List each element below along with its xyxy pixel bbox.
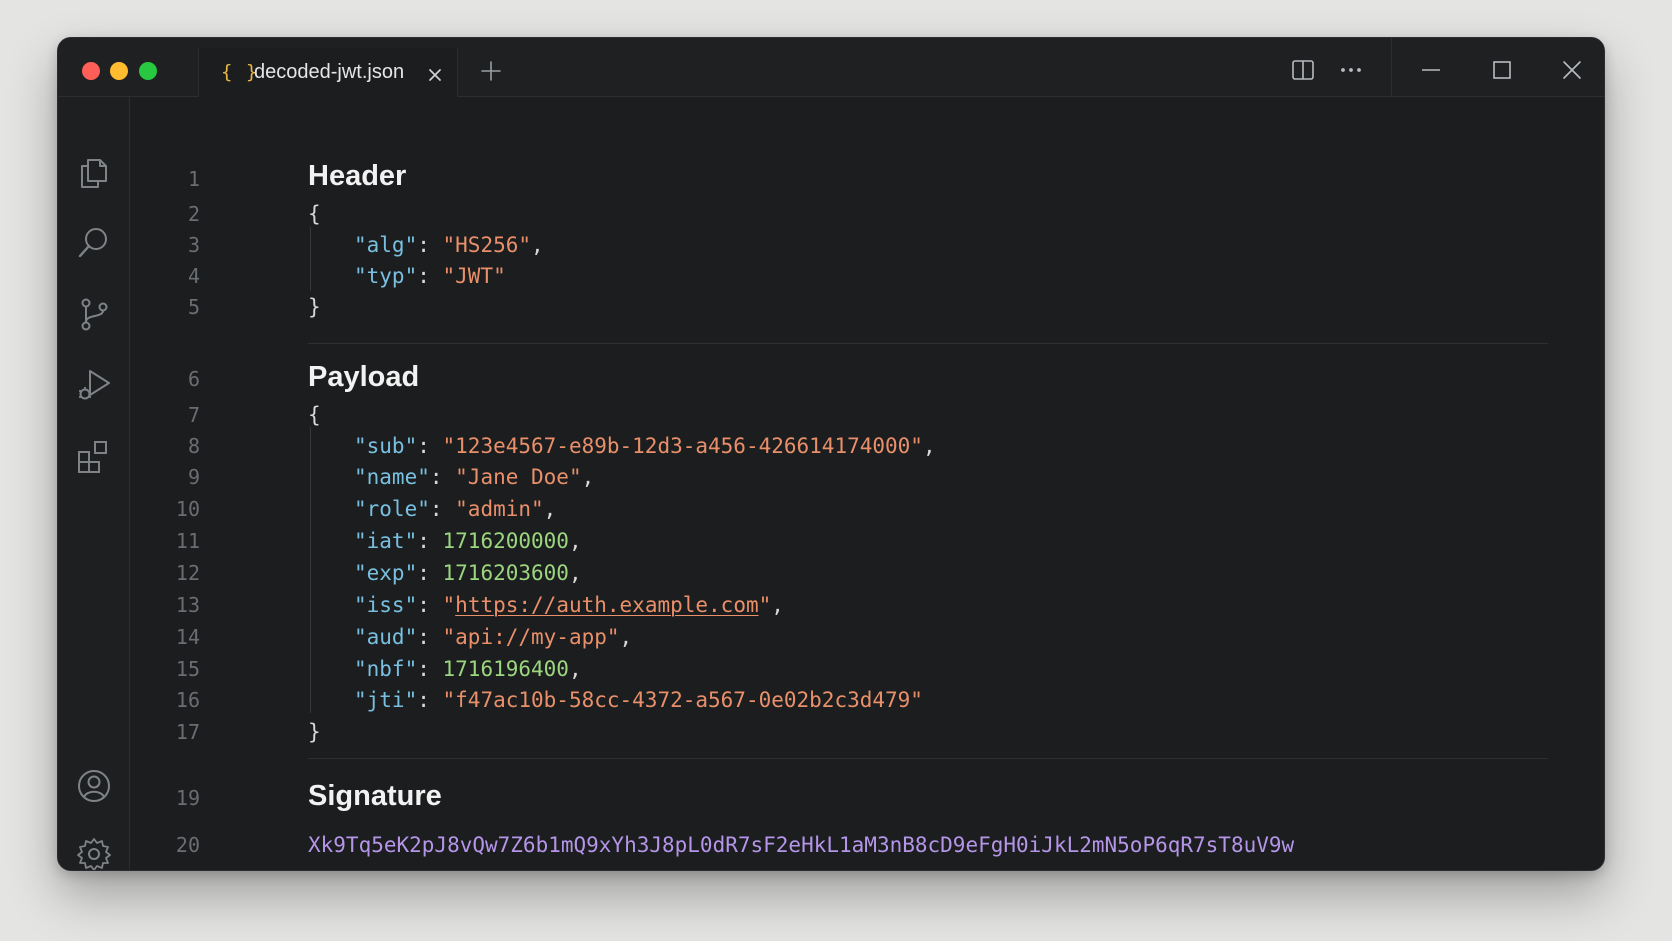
run-debug-icon[interactable] [76,367,112,403]
close-brace: } [308,720,321,744]
close-traffic-light[interactable] [82,62,100,80]
json-field-exp: "exp": 1716203600, [354,561,582,585]
header-section-title: Header [308,160,407,192]
json-braces-icon: { } [221,61,259,83]
issuer-link[interactable]: https://auth.example.com [455,593,758,617]
json-field-iat: "iat": 1716200000, [354,529,582,553]
line-number: 12 [175,561,200,585]
line-number: 20 [175,833,200,857]
line-number: 3 [187,233,200,257]
extensions-icon[interactable] [76,438,112,474]
minimize-traffic-light[interactable] [110,62,128,80]
line-number: 13 [175,593,200,617]
split-editor-icon[interactable] [1290,57,1316,83]
line-number: 11 [175,529,200,553]
titlebar-separator [1391,38,1392,96]
line-number: 6 [187,367,200,391]
source-control-icon[interactable] [76,296,112,332]
title-bar: { } decoded-jwt.json [58,38,1604,97]
minimize-icon[interactable] [1418,57,1444,83]
explorer-icon[interactable] [76,154,112,190]
json-field-aud: "aud": "api://my-app", [354,625,633,649]
line-number: 5 [187,295,200,319]
indent-guide [310,227,311,291]
search-icon[interactable] [76,225,112,261]
open-brace: { [308,202,321,226]
json-field-sub: "sub": "123e4567-e89b-12d3-a456-42661417… [354,434,936,458]
json-field-name: "name": "Jane Doe", [354,465,595,489]
line-number: 9 [187,465,200,489]
line-number: 7 [187,403,200,427]
json-field-iss: "iss": "https://auth.example.com", [354,593,784,617]
indent-guide [310,427,311,713]
line-number: 15 [175,657,200,681]
line-number: 4 [187,264,200,288]
line-number: 14 [175,625,200,649]
section-divider [308,343,1548,344]
line-number: 8 [187,434,200,458]
payload-section-title: Payload [308,361,420,393]
json-field-nbf: "nbf": 1716196400, [354,657,582,681]
zoom-traffic-light[interactable] [139,62,157,80]
line-number: 2 [187,202,200,226]
editor-window: { } decoded-jwt.json 1 Header 2 {3 "alg… [57,37,1605,871]
line-number: 10 [175,497,200,521]
tab-label: decoded-jwt.json [254,61,405,83]
open-brace: { [308,403,321,427]
json-field-role: "role": "admin", [354,497,557,521]
signature-section-title: Signature [308,780,442,812]
json-field-alg: "alg": "HS256", [354,233,544,257]
line-number: 17 [175,720,200,744]
section-divider [308,758,1548,759]
more-actions-icon[interactable] [1338,57,1364,83]
new-tab-icon[interactable] [480,60,502,82]
close-brace: } [308,295,321,319]
code-editor[interactable]: 1 Header 2 { 3 "alg": "HS256", 4 "typ": … [130,97,1604,870]
maximize-icon[interactable] [1489,57,1515,83]
settings-gear-icon[interactable] [76,836,112,871]
activity-bar [58,97,130,871]
json-field-jti: "jti": "f47ac10b-58cc-4372-a567-0e02b2c3… [354,688,923,712]
close-window-icon[interactable] [1559,57,1585,83]
line-number: 1 [187,167,200,191]
json-field-typ: "typ": "JWT" [354,264,506,288]
line-number: 19 [175,786,200,810]
line-number: 16 [175,688,200,712]
signature-value: Xk9Tq5eK2pJ8vQw7Z6b1mQ9xYh3J8pL0dR7sF2eH… [308,833,1295,857]
close-tab-icon[interactable] [427,67,443,83]
tab-decoded-jwt-json[interactable]: { } decoded-jwt.json [198,48,458,97]
account-icon[interactable] [76,768,112,804]
